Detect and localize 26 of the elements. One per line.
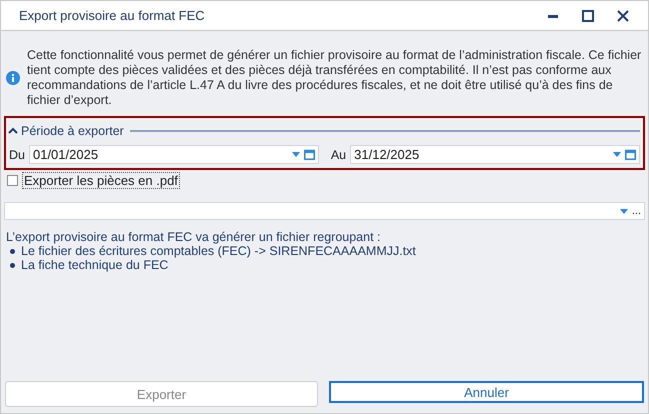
section-title: Période à exporter — [21, 124, 124, 138]
calendar-icon[interactable] — [625, 149, 636, 160]
path-field[interactable]: ... — [4, 202, 645, 220]
window-title: Export provisoire au format FEC — [19, 8, 206, 23]
chevron-icon[interactable] — [8, 127, 18, 135]
dropdown-icon[interactable] — [613, 152, 621, 157]
dialog-button[interactable]: Annuler — [329, 381, 644, 403]
maximize-icon[interactable] — [581, 8, 595, 22]
info-text: Cette fonctionnalité vous permet de générer un fichier provisoire au format de l’administration fiscale. Ce fichier tient compte des pièces validées et des pièces déjà transférées en comptabilité. Il n’est pas conforme aux recommandations de l’article L.47 A du livre des procédures fiscales, et ne doit être utilisé qu’à des fins de fichier d’export. — [27, 48, 642, 108]
date-label: Au — [330, 148, 348, 162]
dropdown-icon[interactable] — [620, 208, 628, 214]
date-label: Du — [8, 148, 26, 162]
summary-text: L’export provisoire au format FEC va générer un fichier regroupant : — [6, 230, 382, 244]
checkbox[interactable] — [7, 175, 18, 186]
list-item: Le fichier des écritures comptables (FEC) -> SIRENFECAAAAMMJJ.txt — [21, 244, 416, 258]
bullet-icon — [10, 262, 15, 268]
calendar-icon[interactable] — [304, 149, 315, 160]
checkbox-label[interactable]: Exporter les pièces en .pdf — [22, 172, 180, 189]
close-icon[interactable] — [616, 8, 630, 22]
bullet-icon — [10, 248, 15, 254]
date-field[interactable]: 31/12/2025 — [350, 145, 640, 164]
browse-button[interactable]: ... — [632, 206, 641, 216]
date-field[interactable]: 01/01/2025 — [28, 145, 319, 164]
dropdown-icon[interactable] — [292, 152, 300, 157]
list-item: La fiche technique du FEC — [21, 258, 168, 272]
info-icon — [6, 71, 20, 85]
